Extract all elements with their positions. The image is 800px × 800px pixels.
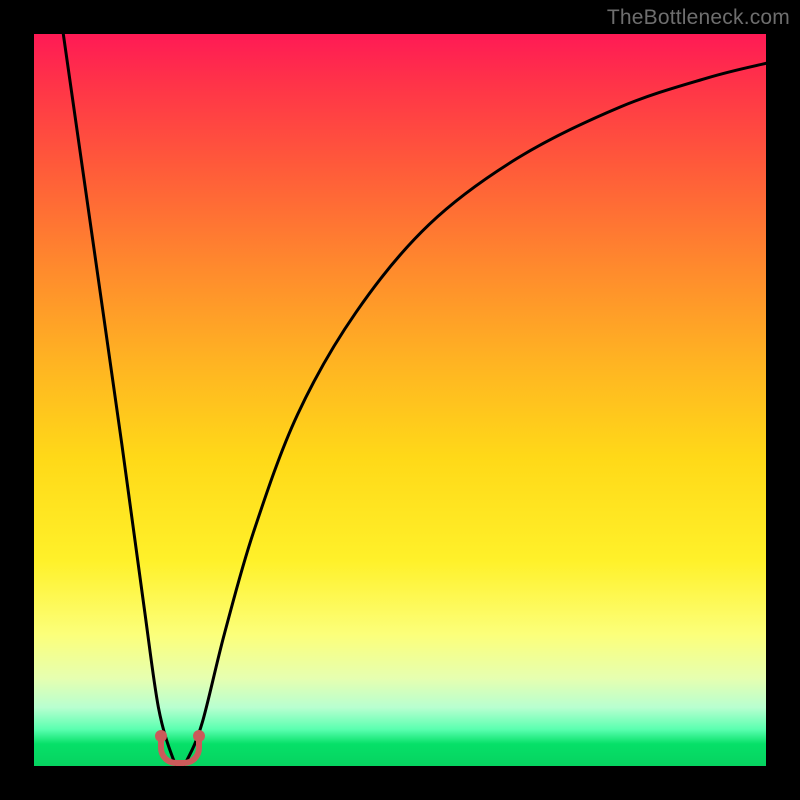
watermark-text: TheBottleneck.com (607, 6, 790, 30)
chart-plot-area (34, 34, 766, 766)
bottleneck-curve (34, 34, 766, 766)
